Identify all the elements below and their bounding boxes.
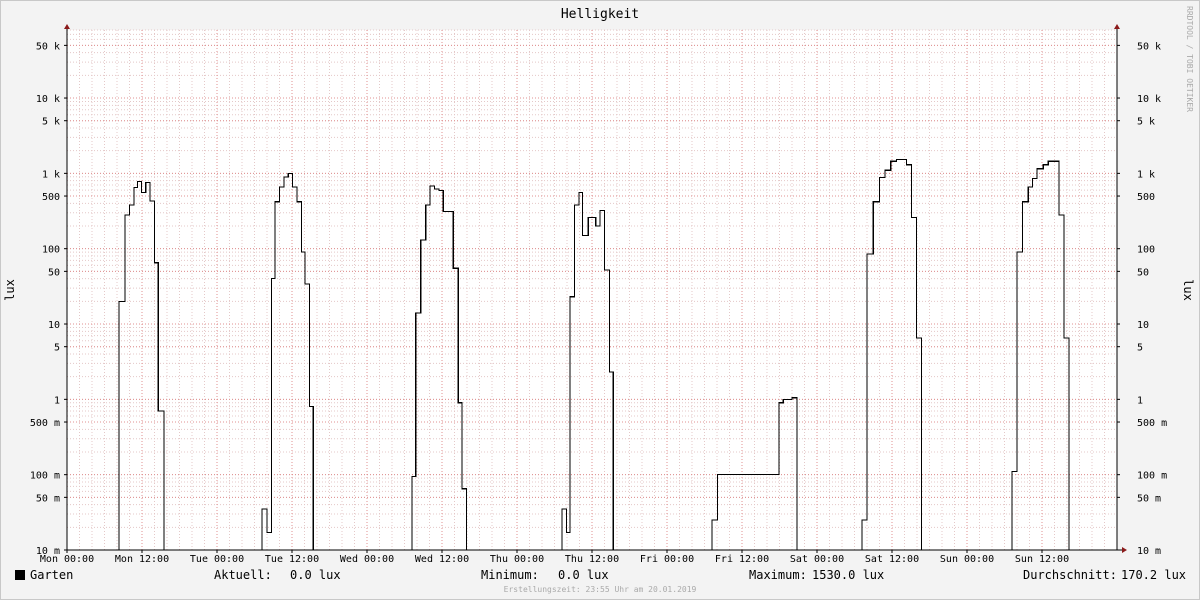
- x-tick-label: Sun 00:00: [940, 554, 994, 565]
- y-tick-label-right: 50 k: [1137, 41, 1161, 52]
- average-value: 170.2 lux: [1121, 568, 1186, 582]
- y-tick-label-left: 1: [54, 395, 60, 406]
- y-tick-labels-left: 50 k 10 k 5 k 1 k 500 100 50 10 5 1 500 m 100 m 50 m…: [30, 41, 60, 557]
- legend-series-name: Garten: [30, 568, 73, 582]
- y-tick-label-right: 50 m: [1137, 493, 1161, 504]
- x-tick-label: Sat 12:00: [865, 554, 919, 565]
- maximum-label: Maximum:: [749, 568, 807, 582]
- chart-title: Helligkeit: [561, 7, 639, 22]
- x-tick-label: Sun 12:00: [1015, 554, 1069, 565]
- y-axis-arrow-right: [1114, 24, 1120, 29]
- y-tick-label-right: 100 m: [1137, 471, 1167, 482]
- y-tick-label-right: 500 m: [1137, 418, 1167, 429]
- y-axis-arrow-left: [64, 24, 70, 29]
- current-label: Aktuell:: [214, 568, 272, 582]
- y-tick-labels-right: 50 k 10 k 5 k 1 k 500 100 50 10 5 1 500 m 100 m 50 m…: [1137, 41, 1167, 557]
- y-tick-label-left: 5 k: [42, 117, 60, 128]
- y-tick-label-left: 50 m: [36, 493, 60, 504]
- x-tick-label: Thu 12:00: [565, 554, 619, 565]
- footer-timestamp: Erstellungszeit: 23:55 Uhr am 20.01.2019: [504, 585, 697, 594]
- x-tick-label: Tue 12:00: [265, 554, 319, 565]
- x-tick-label: Tue 00:00: [190, 554, 244, 565]
- y-tick-label-right: 10 m: [1137, 546, 1161, 557]
- minimum-value: 0.0 lux: [558, 568, 609, 582]
- y-tick-label-right: 1: [1137, 395, 1143, 406]
- y-tick-label-left: 50: [48, 267, 60, 278]
- y-axis-title-left: lux: [3, 279, 17, 301]
- x-tick-label: Fri 12:00: [715, 554, 769, 565]
- x-tick-label: Wed 00:00: [340, 554, 394, 565]
- x-tick-label: Sat 00:00: [790, 554, 844, 565]
- y-tick-label-right: 5: [1137, 343, 1143, 354]
- y-tick-label-left: 100: [42, 245, 60, 256]
- y-tick-label-right: 5 k: [1137, 117, 1155, 128]
- legend-swatch: [15, 570, 25, 580]
- average-label: Durchschnitt:: [1023, 568, 1117, 582]
- y-tick-label-left: 100 m: [30, 471, 60, 482]
- y-tick-label-right: 10: [1137, 320, 1149, 331]
- x-tick-label: Mon 00:00: [40, 554, 94, 565]
- x-tick-label: Wed 12:00: [415, 554, 469, 565]
- x-tick-label: Mon 12:00: [115, 554, 169, 565]
- y-tick-label-left: 10: [48, 320, 60, 331]
- x-tick-labels: Mon 00:00 Mon 12:00 Tue 00:00 Tue 12:00 Wed …: [40, 554, 1069, 565]
- y-tick-label-right: 50: [1137, 267, 1149, 278]
- x-tick-label: Thu 00:00: [490, 554, 544, 565]
- maximum-value: 1530.0 lux: [812, 568, 884, 582]
- y-tick-label-left: 1 k: [42, 169, 60, 180]
- minimum-label: Minimum:: [481, 568, 539, 582]
- y-axis-title-right: lux: [1181, 279, 1195, 301]
- watermark: RRDTOOL / TOBI OETIKER: [1185, 6, 1194, 112]
- y-tick-label-left: 50 k: [36, 41, 60, 52]
- x-axis-arrow: [1122, 547, 1127, 553]
- y-tick-label-left: 500: [42, 192, 60, 203]
- y-tick-label-left: 5: [54, 343, 60, 354]
- y-tick-label-right: 10 k: [1137, 94, 1161, 105]
- y-tick-label-left: 10 k: [36, 94, 60, 105]
- chart-svg: 50 k 10 k 5 k 1 k 500 100 50 10 5 1 500 m 100 m 50 m…: [3, 6, 1195, 594]
- y-tick-label-right: 100: [1137, 245, 1155, 256]
- y-tick-label-right: 1 k: [1137, 169, 1155, 180]
- current-value: 0.0 lux: [290, 568, 341, 582]
- y-tick-label-right: 500: [1137, 192, 1155, 203]
- y-tick-label-left: 500 m: [30, 418, 60, 429]
- x-tick-label: Fri 00:00: [640, 554, 694, 565]
